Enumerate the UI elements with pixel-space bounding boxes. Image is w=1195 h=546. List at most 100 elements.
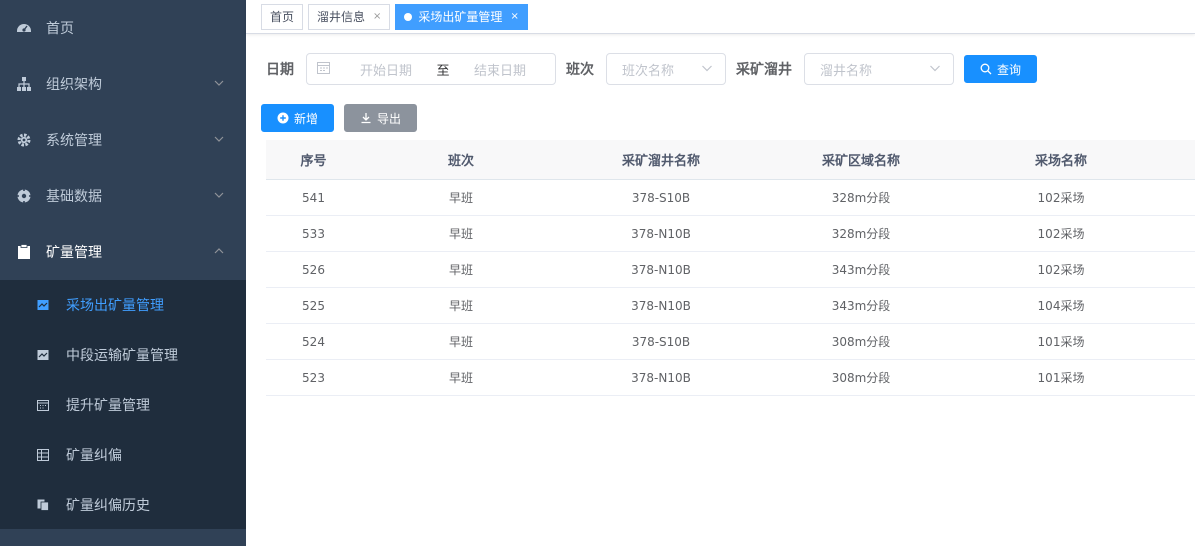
sub-item-ore-correction[interactable]: 矿量纠偏 [0, 430, 246, 480]
search-icon [980, 63, 992, 75]
menu-item-label: 首页 [46, 21, 74, 37]
table-row[interactable]: 541 早班 378-S10B 328m分段 102采场 [266, 180, 1195, 216]
table-row[interactable]: 533 早班 378-N10B 328m分段 102采场 [266, 216, 1195, 252]
cell-chute: 378-S10B [631, 190, 691, 205]
menu-item-label: 系统管理 [46, 133, 102, 149]
tag-label: 采场出矿量管理 [418, 10, 503, 24]
column-header[interactable]: 采场名称 [961, 150, 1161, 169]
cell-shift: 早班 [448, 299, 473, 313]
cell-stope: 102采场 [1037, 227, 1085, 241]
cell-shift: 早班 [448, 371, 473, 385]
sidebar-footer [0, 529, 246, 546]
table-row[interactable]: 525 早班 378-N10B 343m分段 104采场 [266, 288, 1195, 324]
query-button[interactable]: 查询 [964, 55, 1037, 83]
tag-home[interactable]: 首页 [261, 3, 304, 30]
dashboard-icon [16, 20, 32, 36]
cell-stope: 101采场 [1037, 335, 1085, 349]
sub-item-stope-ore[interactable]: 采场出矿量管理 [0, 280, 246, 330]
add-button[interactable]: 新增 [261, 104, 334, 132]
cell-area: 328m分段 [831, 191, 891, 205]
shift-select[interactable]: 班次名称 [606, 53, 726, 85]
chevron-down-icon [214, 133, 224, 147]
chute-select-placeholder: 溜井名称 [820, 63, 873, 79]
menu-item-basic-data[interactable]: 基础数据 [0, 168, 246, 224]
toolbar: 新增 导出 [261, 104, 417, 132]
menu-item-org[interactable]: 组织架构 [0, 56, 246, 112]
tag-stope-ore[interactable]: 采场出矿量管理 × [395, 3, 528, 30]
export-button[interactable]: 导出 [344, 104, 417, 132]
copy-icon [36, 498, 50, 512]
column-header[interactable]: 班次 [361, 150, 561, 169]
chevron-up-icon [214, 245, 224, 259]
chute-select[interactable]: 溜井名称 [804, 53, 954, 85]
cell-stope: 102采场 [1037, 191, 1085, 205]
sub-item-label: 中段运输矿量管理 [66, 348, 178, 364]
chart-icon [36, 348, 50, 362]
date-range-picker[interactable]: 开始日期 至 结束日期 [306, 53, 556, 85]
chevron-down-icon [214, 77, 224, 91]
sub-item-level-transport[interactable]: 中段运输矿量管理 [0, 330, 246, 380]
cell-shift: 早班 [448, 191, 473, 205]
cell-id: 541 [302, 190, 325, 205]
cell-area: 308m分段 [831, 335, 891, 349]
cell-area: 308m分段 [831, 371, 891, 385]
shift-label: 班次 [566, 62, 594, 78]
menu-item-label: 矿量管理 [46, 245, 102, 261]
tag-label: 首页 [270, 10, 295, 24]
tags-view: 首页 溜井信息 × 采场出矿量管理 × [246, 0, 1195, 34]
sub-item-correction-history[interactable]: 矿量纠偏历史 [0, 480, 246, 530]
cell-chute: 378-N10B [631, 226, 691, 241]
main-content: 首页 溜井信息 × 采场出矿量管理 × 日期 开始日期 至 结束日期 班次 班次… [246, 0, 1195, 546]
cell-stope: 104采场 [1037, 299, 1085, 313]
date-start-input[interactable]: 开始日期 [341, 60, 431, 79]
chevron-down-icon [214, 189, 224, 203]
cell-chute: 378-N10B [631, 298, 691, 313]
compass-icon [16, 188, 32, 204]
chute-label: 采矿溜井 [736, 62, 792, 78]
cell-area: 328m分段 [831, 227, 891, 241]
close-icon[interactable]: × [373, 11, 381, 22]
cell-id: 533 [302, 226, 325, 241]
grid-icon [36, 448, 50, 462]
download-icon [360, 112, 372, 124]
data-table: 序号 班次 采矿溜井名称 采矿区域名称 采场名称 541 早班 378-S10B… [266, 140, 1195, 396]
calendar-icon [317, 61, 331, 78]
table-header: 序号 班次 采矿溜井名称 采矿区域名称 采场名称 [266, 140, 1195, 180]
cell-id: 523 [302, 370, 325, 385]
cell-shift: 早班 [448, 335, 473, 349]
table-row[interactable]: 523 早班 378-N10B 308m分段 101采场 [266, 360, 1195, 396]
sub-item-label: 提升矿量管理 [66, 398, 150, 414]
menu-item-system[interactable]: 系统管理 [0, 112, 246, 168]
date-label: 日期 [266, 62, 294, 78]
sub-item-hoist-ore[interactable]: 提升矿量管理 [0, 380, 246, 430]
date-end-input[interactable]: 结束日期 [455, 60, 545, 79]
sub-item-label: 矿量纠偏 [66, 448, 122, 464]
table-row[interactable]: 526 早班 378-N10B 343m分段 102采场 [266, 252, 1195, 288]
cell-id: 524 [302, 334, 325, 349]
tag-chute-info[interactable]: 溜井信息 × [308, 3, 391, 30]
menu-item-home[interactable]: 首页 [0, 0, 246, 56]
sidebar: 首页 组织架构 系统管理 基础数据 矿量管理 采场出矿量管理 中段运输矿量管理 … [0, 0, 246, 546]
table-row[interactable]: 524 早班 378-S10B 308m分段 101采场 [266, 324, 1195, 360]
chevron-down-icon [929, 62, 941, 77]
sub-item-label: 采场出矿量管理 [66, 298, 164, 314]
column-header[interactable]: 采矿溜井名称 [561, 150, 761, 169]
menu-item-ore-management[interactable]: 矿量管理 [0, 224, 246, 280]
cell-stope: 101采场 [1037, 371, 1085, 385]
gear-icon [16, 132, 32, 148]
close-icon[interactable]: × [510, 11, 518, 22]
cell-shift: 早班 [448, 227, 473, 241]
tag-label: 溜井信息 [317, 10, 366, 24]
menu-item-label: 组织架构 [46, 77, 102, 93]
plus-circle-icon [277, 112, 289, 124]
calendar-icon [36, 398, 50, 412]
cell-chute: 378-S10B [631, 334, 691, 349]
chart-icon [36, 298, 50, 312]
cell-area: 343m分段 [831, 263, 891, 277]
sub-item-label: 矿量纠偏历史 [66, 498, 150, 514]
column-header[interactable]: 采矿区域名称 [761, 150, 961, 169]
add-button-label: 新增 [293, 111, 318, 126]
chevron-down-icon [701, 62, 713, 77]
column-header[interactable]: 序号 [266, 150, 361, 169]
cell-area: 343m分段 [831, 299, 891, 313]
